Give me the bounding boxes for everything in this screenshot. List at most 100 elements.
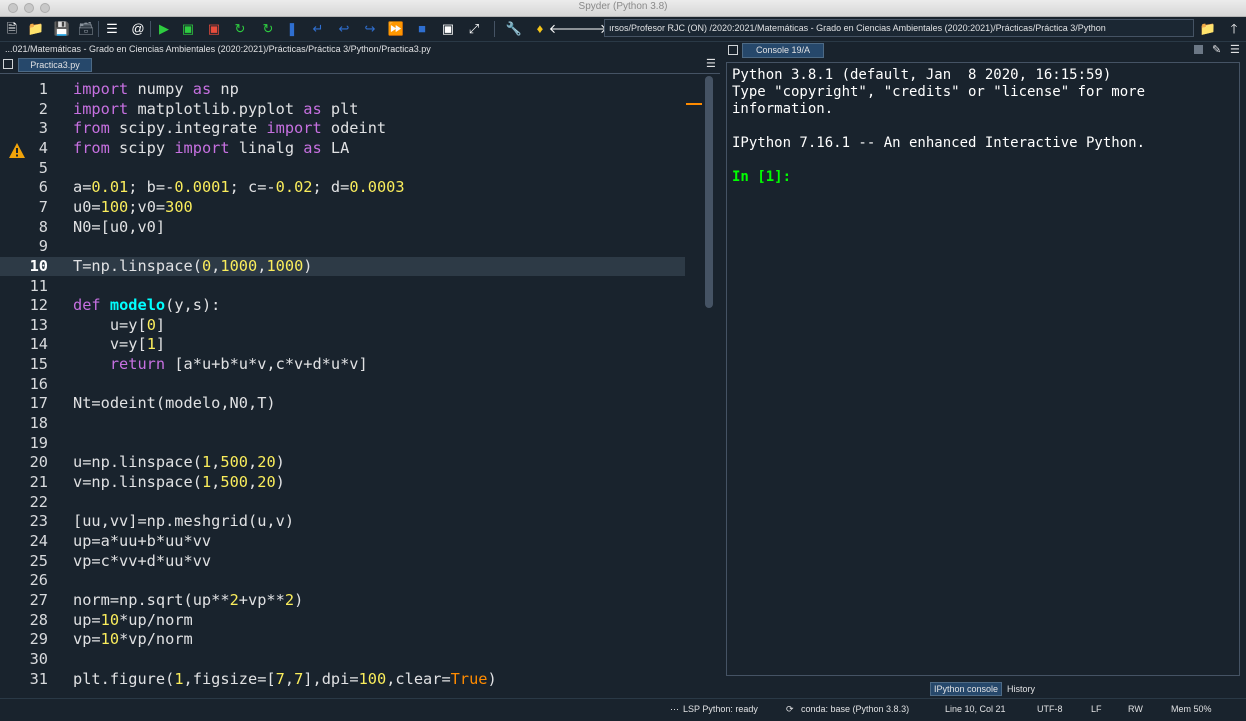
stop-icon[interactable]: ■ xyxy=(414,21,430,37)
line-number: 19 xyxy=(29,433,48,452)
code-line[interactable]: 7 u0=100;v0=300 xyxy=(0,198,685,218)
console-prompt[interactable]: In [1]: xyxy=(732,169,791,186)
warning-icon[interactable] xyxy=(8,142,26,160)
code-line[interactable]: 23 [uu,vv]=np.meshgrid(u,v) xyxy=(0,512,685,532)
run-icon[interactable]: ▶ xyxy=(156,21,172,37)
code-line[interactable]: 11 xyxy=(0,277,685,297)
line-number: 1 xyxy=(38,80,48,98)
line-number: 17 xyxy=(29,394,48,413)
fullscreen-icon[interactable]: ⤢ xyxy=(466,21,482,37)
line-number: 7 xyxy=(38,197,48,216)
line-number: 16 xyxy=(29,374,48,393)
line-code: up=a*uu+b*uu*vv xyxy=(73,531,212,550)
line-number: 28 xyxy=(29,610,48,629)
code-line[interactable]: 8 N0=[u0,v0] xyxy=(0,218,685,238)
code-line[interactable]: 18 xyxy=(0,414,685,434)
editor-filepath: ...021/Matemáticas - Grado en Ciencias A… xyxy=(5,44,431,54)
run-cell-advance-icon[interactable]: ▣ xyxy=(206,21,222,37)
step-out-icon[interactable]: ↪ xyxy=(362,21,378,37)
code-line[interactable]: 20 u=np.linspace(1,500,20) xyxy=(0,453,685,473)
console-output-line: information. xyxy=(732,101,834,117)
stop-kernel-icon[interactable] xyxy=(1194,45,1203,54)
tab-ipython-console[interactable]: IPython console xyxy=(930,682,1003,696)
editor-scrollbar[interactable] xyxy=(705,76,713,308)
edit-icon[interactable]: ✎ xyxy=(1212,43,1221,56)
code-line[interactable]: 27 norm=np.sqrt(up**2+vp**2) xyxy=(0,591,685,611)
at-icon[interactable]: @ xyxy=(130,21,146,37)
debug-icon[interactable]: ↻ xyxy=(260,21,276,37)
line-number: 12 xyxy=(29,296,48,315)
code-line[interactable]: 17 Nt=odeint(modelo,N0,T) xyxy=(0,394,685,414)
console-tabbar: Console 19/A ✎ ☰ xyxy=(726,42,1246,60)
save-all-icon[interactable]: 🗃 xyxy=(78,21,95,37)
conda-icon: ⟳ xyxy=(786,704,794,714)
line-number: 11 xyxy=(29,276,48,295)
python-path-icon[interactable]: ♦ xyxy=(532,21,548,37)
up-icon[interactable]: 🡑 xyxy=(1226,21,1242,37)
line-code: norm=np.sqrt(up**2+vp**2) xyxy=(73,590,304,609)
code-line[interactable]: 29 vp=10*vp/norm xyxy=(0,630,685,650)
maximize-icon[interactable]: ▣ xyxy=(440,21,456,37)
line-code: N0=[u0,v0] xyxy=(73,217,166,236)
code-line[interactable]: 1 import numpy as np xyxy=(0,80,685,100)
preferences-icon[interactable]: 🔧 xyxy=(506,21,522,37)
code-editor[interactable]: 1 import numpy as np 2 import matplotlib.py… xyxy=(0,80,704,692)
code-line[interactable]: 30 xyxy=(0,650,685,670)
code-line[interactable]: 9 xyxy=(0,237,685,257)
memory-usage: Mem 50% xyxy=(1171,704,1212,714)
console-options-icon[interactable]: ☰ xyxy=(1230,43,1240,56)
line-code: from scipy import linalg as LA xyxy=(73,138,350,157)
step-icon[interactable]: ❚ xyxy=(284,21,300,37)
new-file-icon[interactable]: 🗎 xyxy=(4,21,20,37)
line-code: u0=100;v0=300 xyxy=(73,197,193,216)
code-line[interactable]: 24 up=a*uu+b*uu*vv xyxy=(0,532,685,552)
tab-console[interactable]: Console 19/A xyxy=(742,43,824,58)
code-line[interactable]: 22 xyxy=(0,493,685,513)
step-in-icon[interactable]: ↵ xyxy=(310,21,326,37)
code-line[interactable]: 19 xyxy=(0,434,685,454)
line-number: 23 xyxy=(29,512,48,531)
browse-tabs-icon[interactable] xyxy=(3,59,13,69)
tab-practica3[interactable]: Practica3.py xyxy=(18,58,92,72)
code-line[interactable]: 16 xyxy=(0,375,685,395)
open-folder-icon[interactable]: 📁 xyxy=(28,21,44,37)
code-line[interactable]: 4 from scipy import linalg as LA xyxy=(0,139,685,159)
code-line[interactable]: 15 return [a*u+b*u*v,c*v+d*u*v] xyxy=(0,355,685,375)
code-line[interactable]: 2 import matplotlib.pyplot as plt xyxy=(0,100,685,120)
line-code: vp=10*vp/norm xyxy=(73,630,193,649)
line-code: T=np.linspace(0,1000,1000) xyxy=(73,256,313,275)
step-return-icon[interactable]: ↩ xyxy=(336,21,352,37)
code-line[interactable]: 14 v=y[1] xyxy=(0,335,685,355)
code-line[interactable]: 10 T=np.linspace(0,1000,1000) xyxy=(0,256,685,277)
code-line[interactable]: 3 from scipy.integrate import odeint xyxy=(0,119,685,139)
save-icon[interactable]: 💾 xyxy=(54,21,70,37)
outline-icon[interactable]: ☰ xyxy=(104,21,120,37)
code-line[interactable]: 26 xyxy=(0,571,685,591)
run-cell-icon[interactable]: ▣ xyxy=(180,21,196,37)
working-directory-input[interactable]: ırsos/Profesor RJC (ON) /2020:2021/Matem… xyxy=(604,19,1194,37)
code-line[interactable]: 6 a=0.01; b=-0.0001; c=-0.02; d=0.0003 xyxy=(0,178,685,198)
code-line[interactable]: 31 plt.figure(1,figsize=[7,7],dpi=100,cle… xyxy=(0,670,685,690)
console-output-line: Python 3.8.1 (default, Jan 8 2020, 16:15… xyxy=(732,67,1112,83)
code-line[interactable]: 21 v=np.linspace(1,500,20) xyxy=(0,473,685,493)
file-permissions: RW xyxy=(1128,704,1143,714)
code-line[interactable]: 13 u=y[0] xyxy=(0,316,685,336)
ipython-console[interactable]: Python 3.8.1 (default, Jan 8 2020, 16:15… xyxy=(726,62,1240,676)
code-line[interactable]: 12 def modelo(y,s): xyxy=(0,296,685,316)
rerun-icon[interactable]: ↻ xyxy=(232,21,248,37)
continue-icon[interactable]: ⏩ xyxy=(388,21,404,37)
line-number: 21 xyxy=(29,473,48,491)
browse-console-tabs-icon[interactable] xyxy=(728,45,738,55)
line-number: 25 xyxy=(29,551,48,570)
line-number: 3 xyxy=(38,119,48,138)
line-number: 2 xyxy=(38,99,48,118)
forward-icon[interactable]: 🡒 xyxy=(573,21,608,37)
editor-options-icon[interactable]: ☰ xyxy=(706,57,716,70)
line-code: vp=c*vv+d*uu*vv xyxy=(73,551,212,570)
browse-icon[interactable]: 📁 xyxy=(1200,21,1216,37)
code-line[interactable]: 25 vp=c*vv+d*uu*vv xyxy=(0,552,685,572)
code-line[interactable]: 5 xyxy=(0,159,685,179)
line-number: 15 xyxy=(29,355,48,374)
code-line[interactable]: 28 up=10*up/norm xyxy=(0,611,685,631)
tab-history[interactable]: History xyxy=(1004,682,1038,696)
